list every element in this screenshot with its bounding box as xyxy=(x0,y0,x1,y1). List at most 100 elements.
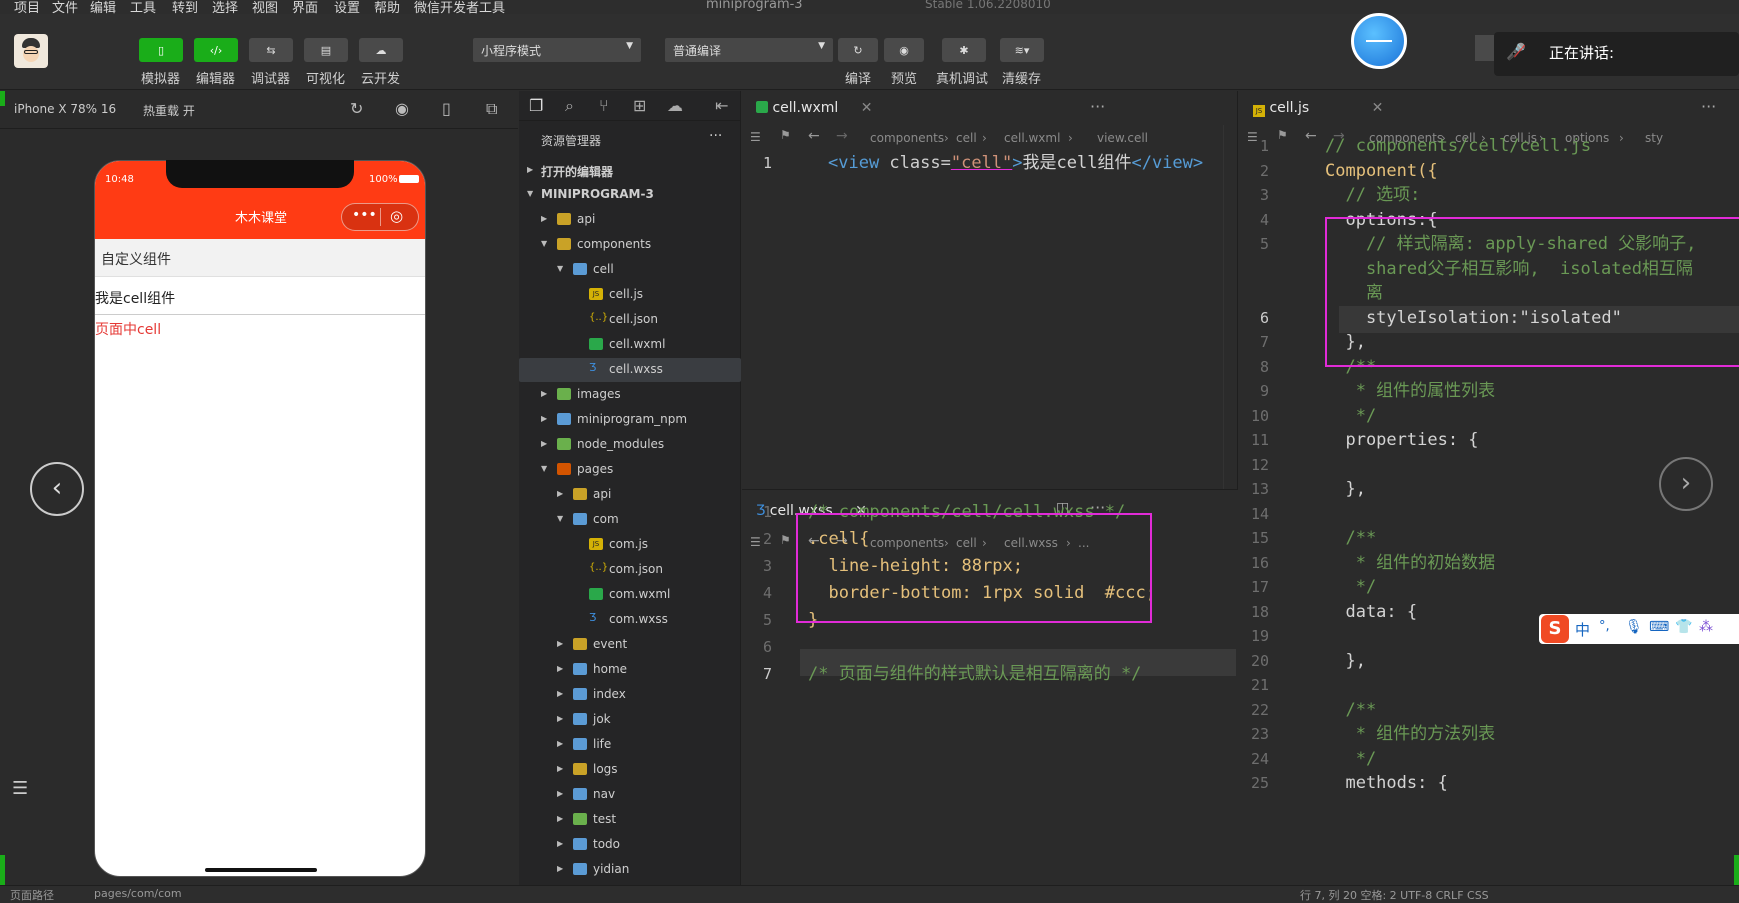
code-line[interactable]: /* 页面与组件的样式默认是相互隔离的 */ xyxy=(808,661,1141,688)
compile-select[interactable]: 普通编译 ▼ xyxy=(665,38,833,62)
menu-project[interactable]: 项目 xyxy=(14,0,40,14)
page-path-value[interactable]: pages/com/com xyxy=(94,887,182,900)
menu-interface[interactable]: 界面 xyxy=(292,0,318,14)
stop-icon[interactable]: ◉ xyxy=(395,99,409,118)
extensions-icon[interactable]: ⊞ xyxy=(633,96,646,115)
chevron-right-icon[interactable]: ▶ xyxy=(557,664,563,673)
menu-settings[interactable]: 设置 xyxy=(334,0,360,14)
chevron-right-icon[interactable]: ▶ xyxy=(557,764,563,773)
tree-item[interactable]: ▶ home xyxy=(519,658,741,682)
tree-item[interactable]: {..} cell.json xyxy=(519,308,741,332)
code-line[interactable]: * 组件的方法列表 xyxy=(1325,721,1495,748)
chevron-right-icon[interactable]: ▶ xyxy=(557,689,563,698)
menu-file[interactable]: 文件 xyxy=(52,0,78,14)
bookmark-icon[interactable]: ⚑ xyxy=(780,128,791,142)
files-icon[interactable]: ❐ xyxy=(529,96,543,115)
code-line[interactable]: Component({ xyxy=(1325,158,1438,185)
bookmark-icon[interactable]: ⚑ xyxy=(1277,128,1288,142)
back-icon[interactable]: ← xyxy=(1305,128,1317,144)
avatar[interactable] xyxy=(14,34,48,68)
list-icon[interactable]: ☰ xyxy=(750,130,761,144)
chevron-right-icon[interactable]: ▶ xyxy=(541,214,547,223)
code-line[interactable]: }, xyxy=(1325,648,1365,675)
tree-item[interactable]: ▼ com xyxy=(519,508,741,532)
collapse-panel-icon[interactable]: ⇤ xyxy=(715,96,728,115)
menu-wechat-devtools[interactable]: 微信开发者工具 xyxy=(414,0,505,14)
chevron-down-icon[interactable]: ▼ xyxy=(541,239,547,248)
crumb-components[interactable]: components xyxy=(870,131,944,145)
git-icon[interactable]: ⑂ xyxy=(599,96,609,115)
cloud-button[interactable]: ☁ xyxy=(359,38,403,62)
chevron-right-icon[interactable]: ▶ xyxy=(557,639,563,648)
tree-item[interactable]: ▶ test xyxy=(519,808,741,832)
tree-item[interactable]: ▶ life xyxy=(519,733,741,757)
next-slide-button[interactable]: › xyxy=(1659,457,1713,511)
reload-icon[interactable]: ↻ xyxy=(350,99,363,118)
close-mini-icon[interactable]: ◎ xyxy=(390,207,403,225)
crumb-file[interactable]: cell.wxml xyxy=(1004,131,1060,145)
ime-toolbar[interactable]: S 中 °, 🎙 ⌨ 👕 ⁂ xyxy=(1539,614,1739,644)
menu-edit[interactable]: 编辑 xyxy=(90,0,116,14)
editor-more-icon[interactable]: ··· xyxy=(1090,97,1105,116)
chevron-right-icon[interactable]: ▶ xyxy=(557,714,563,723)
phone-icon[interactable]: ▯ xyxy=(442,99,451,118)
tree-item[interactable]: ▼ components xyxy=(519,233,741,257)
detach-icon[interactable]: ⧉ xyxy=(486,99,497,119)
editor-button[interactable]: ‹/› xyxy=(194,38,238,62)
chevron-right-icon[interactable]: ▶ xyxy=(557,814,563,823)
ime-mode[interactable]: 中 xyxy=(1575,619,1590,640)
hot-reload-toggle[interactable]: 热重载 开 xyxy=(143,102,195,119)
menu-goto[interactable]: 转到 xyxy=(172,0,198,14)
tree-item[interactable]: ▶ todo xyxy=(519,833,741,857)
tree-item[interactable]: Ʒcom.wxss xyxy=(519,608,741,632)
code-line[interactable]: methods: { xyxy=(1325,770,1447,797)
close-icon[interactable]: ✕ xyxy=(1372,100,1384,116)
tree-item[interactable]: ▼ cell xyxy=(519,258,741,282)
tree-item[interactable]: ▶ nav xyxy=(519,783,741,807)
project-section[interactable]: ▼ MINIPROGRAM-3 xyxy=(519,183,741,207)
tree-item[interactable]: com.wxml xyxy=(519,583,741,607)
crumb-symbol[interactable]: view.cell xyxy=(1097,131,1148,145)
code-line[interactable]: * 组件的属性列表 xyxy=(1325,378,1495,405)
shirt-icon[interactable]: 👕 xyxy=(1675,619,1692,635)
preview-button[interactable]: ◉ xyxy=(884,38,924,62)
record-indicator-icon[interactable] xyxy=(1351,13,1407,69)
tree-item[interactable]: Ʒcell.wxss xyxy=(519,358,741,382)
chevron-right-icon[interactable]: ▶ xyxy=(557,839,563,848)
code-line[interactable]: }, xyxy=(1325,476,1365,503)
keyboard-icon[interactable]: ⌨ xyxy=(1649,619,1669,635)
code-line[interactable]: */ xyxy=(1325,746,1376,773)
tab-cell-wxml[interactable]: cell.wxml ✕ xyxy=(756,91,872,125)
tree-item[interactable]: ▶ index xyxy=(519,683,741,707)
code-line[interactable]: /** xyxy=(1325,697,1376,724)
ime-punct[interactable]: °, xyxy=(1599,619,1610,634)
remote-debug-button[interactable]: ✱ xyxy=(942,38,986,62)
code-line[interactable]: data: { xyxy=(1325,599,1417,626)
mic-muted-icon[interactable]: 🎤̸ xyxy=(1506,42,1526,61)
tree-item[interactable]: ▶ jok xyxy=(519,708,741,732)
chevron-right-icon[interactable]: ▶ xyxy=(541,414,547,423)
code-line[interactable]: /** xyxy=(1325,525,1376,552)
chevron-down-icon[interactable]: ▼ xyxy=(557,264,563,273)
code-line[interactable]: // components/cell/cell.js xyxy=(1325,133,1591,160)
tree-item[interactable]: ▶ api xyxy=(519,208,741,232)
tree-item[interactable]: ▼ pages xyxy=(519,458,741,482)
scrollbar[interactable] xyxy=(1223,125,1237,489)
grid-icon[interactable]: ⁂ xyxy=(1699,619,1713,635)
visual-button[interactable]: ▤ xyxy=(304,38,348,62)
code-line[interactable]: */ xyxy=(1325,574,1376,601)
tree-item[interactable]: ▶ images xyxy=(519,383,741,407)
editor-more-icon[interactable]: ··· xyxy=(1701,97,1716,116)
tree-item[interactable]: ▶ event xyxy=(519,633,741,657)
tree-item[interactable]: ▶ api xyxy=(519,483,741,507)
simulator-button[interactable]: ▯ xyxy=(139,38,183,62)
chevron-right-icon[interactable]: ▶ xyxy=(541,439,547,448)
chevron-right-icon[interactable]: ▶ xyxy=(541,389,547,398)
code-line[interactable]: properties: { xyxy=(1325,427,1478,454)
code-line[interactable]: // 选项: xyxy=(1325,182,1420,209)
menu-select[interactable]: 选择 xyxy=(212,0,238,14)
menu-tools[interactable]: 工具 xyxy=(130,0,156,14)
capsule-menu[interactable]: ••• ◎ xyxy=(341,203,419,231)
search-icon[interactable]: ⌕ xyxy=(565,96,574,116)
code-line[interactable]: * 组件的初始数据 xyxy=(1325,550,1495,577)
